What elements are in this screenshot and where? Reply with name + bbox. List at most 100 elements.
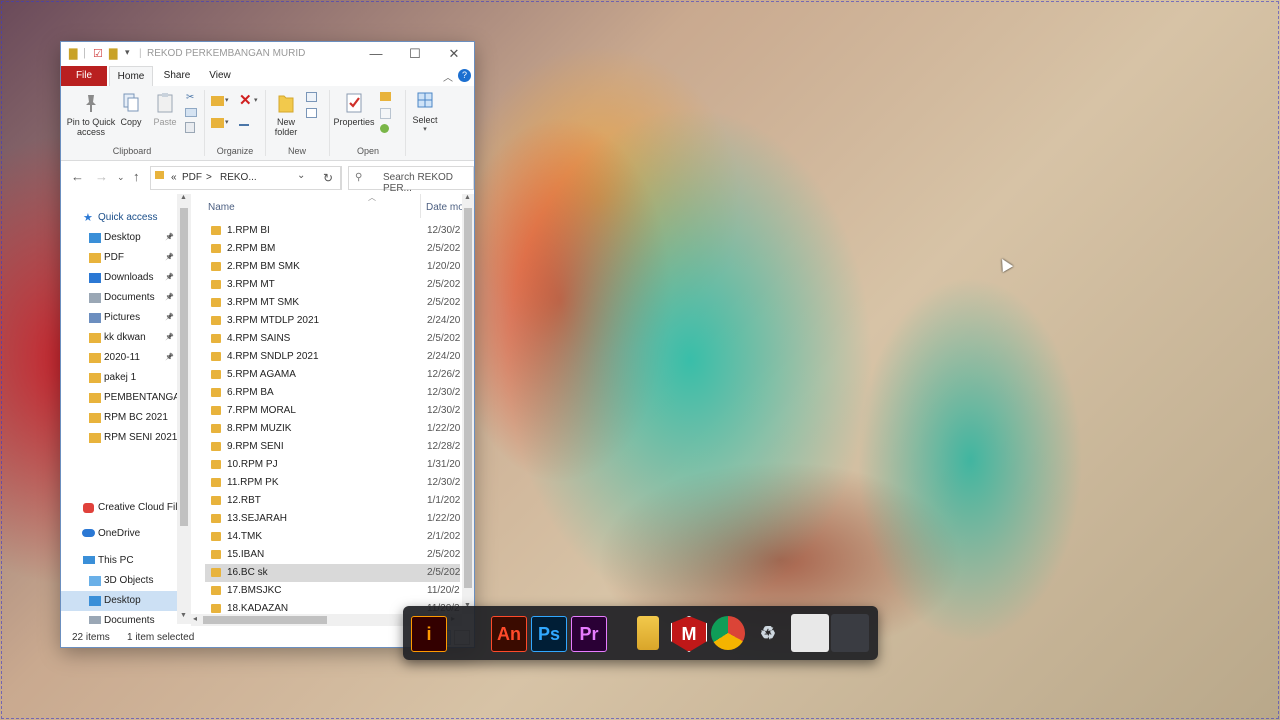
nav-quick-item[interactable]: pakej 1 bbox=[61, 368, 177, 388]
tab-file[interactable]: File bbox=[61, 66, 107, 86]
file-row[interactable]: 3.RPM MT SMK 2/5/202 bbox=[205, 294, 460, 312]
breadcrumb-current[interactable]: REKO... bbox=[220, 172, 257, 183]
address-dropdown-icon[interactable]: ⌄ bbox=[297, 170, 305, 181]
nav-pc-item[interactable]: 3D Objects bbox=[61, 571, 177, 591]
scrollbar-thumb[interactable] bbox=[203, 616, 327, 624]
nav-quick-item[interactable]: RPM BC 2021 bbox=[61, 408, 177, 428]
file-row[interactable]: 17.BMSJKC 11/20/2 bbox=[205, 582, 460, 600]
premiere-icon[interactable]: Pr bbox=[571, 616, 607, 652]
scrollbar-thumb[interactable] bbox=[180, 208, 188, 526]
search-input[interactable]: ⚲ Search REKOD PER... bbox=[348, 166, 474, 194]
tab-share[interactable]: Share bbox=[159, 66, 195, 86]
nav-quick-item[interactable]: Documents 📌 bbox=[61, 288, 177, 308]
maximize-button[interactable]: ☐ bbox=[397, 42, 433, 66]
window-thumb-icon[interactable] bbox=[831, 614, 869, 652]
mcafee-icon[interactable]: M bbox=[671, 616, 707, 652]
select-button[interactable]: Select ▾ bbox=[408, 90, 442, 135]
nav-quick-item[interactable]: RPM SENI 2021 bbox=[61, 428, 177, 448]
tab-view[interactable]: View bbox=[203, 66, 237, 86]
file-row[interactable]: 4.RPM SAINS 2/5/202 bbox=[205, 330, 460, 348]
properties-button[interactable]: Properties bbox=[333, 92, 375, 127]
window-thumb-icon[interactable] bbox=[791, 614, 829, 652]
cut-icon[interactable]: ✂ bbox=[186, 92, 198, 103]
nav-quick-item[interactable]: Desktop 📌 bbox=[61, 228, 177, 248]
copy-button[interactable]: Copy bbox=[118, 92, 144, 127]
file-row[interactable]: 1.RPM BI 12/30/2 bbox=[205, 222, 460, 240]
minimize-button[interactable]: — bbox=[358, 42, 394, 66]
chrome-icon[interactable] bbox=[711, 616, 745, 650]
recent-locations-icon[interactable]: ⌄ bbox=[117, 172, 125, 183]
copy-to-icon[interactable] bbox=[211, 118, 224, 128]
properties-quick-icon[interactable]: ☑ bbox=[93, 47, 103, 60]
file-row[interactable]: 9.RPM SENI 12/28/2 bbox=[205, 438, 460, 456]
file-row[interactable]: 12.RBT 1/1/202 bbox=[205, 492, 460, 510]
help-icon[interactable]: ? bbox=[458, 69, 471, 82]
file-row[interactable]: 8.RPM MUZIK 1/22/20 bbox=[205, 420, 460, 438]
customize-toolbar-icon[interactable]: ▾ bbox=[125, 47, 130, 58]
nav-item-label: 3D Objects bbox=[104, 575, 154, 586]
tab-home[interactable]: Home bbox=[109, 66, 153, 87]
nav-quick-item[interactable]: 2020-11 📌 bbox=[61, 348, 177, 368]
new-folder-button[interactable]: New folder bbox=[269, 92, 303, 137]
column-header-name[interactable]: Name bbox=[208, 197, 235, 219]
photoshop-icon[interactable]: Ps bbox=[531, 616, 567, 652]
nav-quick-item[interactable]: PDF 📌 bbox=[61, 248, 177, 268]
up-icon[interactable]: ↑ bbox=[133, 169, 140, 184]
nav-creative-cloud[interactable]: Creative Cloud File bbox=[61, 498, 177, 518]
nav-pc-item[interactable]: Desktop bbox=[61, 591, 177, 611]
file-row[interactable]: 2.RPM BM 2/5/202 bbox=[205, 240, 460, 258]
collapse-ribbon-icon[interactable]: ︿ bbox=[443, 69, 453, 84]
nav-quick-item[interactable]: PEMBENTANGAN bbox=[61, 388, 177, 408]
nav-quick-item[interactable]: Downloads 📌 bbox=[61, 268, 177, 288]
animate-icon[interactable]: An bbox=[491, 616, 527, 652]
close-button[interactable]: ✕ bbox=[436, 42, 472, 66]
breadcrumb-pdf[interactable]: PDF bbox=[182, 172, 202, 183]
new-folder-quick-icon[interactable]: ▇ bbox=[109, 47, 117, 60]
open-icon[interactable] bbox=[380, 92, 391, 101]
file-row[interactable]: 13.SEJARAH 1/22/20 bbox=[205, 510, 460, 528]
nav-quick-access[interactable]: ★ Quick access bbox=[61, 208, 177, 228]
file-row[interactable]: 2.RPM BM SMK 1/20/20 bbox=[205, 258, 460, 276]
file-row[interactable]: 5.RPM AGAMA 12/26/2 bbox=[205, 366, 460, 384]
file-list-scrollbar[interactable]: ▲ ▼ bbox=[462, 194, 474, 614]
pin-quick-access-button[interactable]: Pin to Quick access bbox=[65, 92, 117, 137]
nav-scrollbar[interactable]: ▲ ▼ bbox=[177, 194, 191, 624]
file-row[interactable]: 6.RPM BA 12/30/2 bbox=[205, 384, 460, 402]
file-name: 7.RPM MORAL bbox=[227, 405, 296, 416]
file-row[interactable]: 16.BC sk 2/5/202 bbox=[205, 564, 460, 582]
file-row[interactable]: 7.RPM MORAL 12/30/2 bbox=[205, 402, 460, 420]
edit-icon[interactable] bbox=[380, 108, 391, 119]
breadcrumb-overflow[interactable]: « bbox=[171, 172, 177, 183]
paste-button[interactable]: Paste bbox=[150, 92, 180, 127]
nav-quick-item[interactable]: Pictures 📌 bbox=[61, 308, 177, 328]
back-icon[interactable]: ← bbox=[71, 169, 84, 184]
file-row[interactable]: 3.RPM MT 2/5/202 bbox=[205, 276, 460, 294]
easy-access-icon[interactable] bbox=[306, 108, 317, 118]
delete-icon[interactable]: ✕ bbox=[239, 91, 252, 109]
illustrator-icon[interactable]: i bbox=[411, 616, 447, 652]
nav-onedrive[interactable]: OneDrive bbox=[61, 524, 177, 544]
file-row[interactable]: 10.RPM PJ 1/31/20 bbox=[205, 456, 460, 474]
recycle-bin-icon[interactable]: ♻ bbox=[751, 616, 785, 650]
nav-pc-item[interactable]: Documents bbox=[61, 611, 177, 624]
refresh-button[interactable]: ↻ bbox=[316, 166, 341, 190]
paste-shortcut-icon[interactable] bbox=[185, 122, 195, 133]
scrollbar-thumb[interactable] bbox=[464, 208, 472, 588]
title-bar[interactable]: ▇ | ☑ ▇ ▾ | REKOD PERKEMBANGAN MURID — ☐… bbox=[61, 42, 474, 66]
file-row[interactable]: 14.TMK 2/1/202 bbox=[205, 528, 460, 546]
copy-path-icon[interactable] bbox=[185, 108, 197, 117]
nav-this-pc[interactable]: This PC bbox=[61, 551, 177, 571]
forward-icon[interactable]: → bbox=[95, 169, 108, 184]
file-row[interactable]: 11.RPM PK 12/30/2 bbox=[205, 474, 460, 492]
folder-icon[interactable] bbox=[637, 616, 659, 650]
address-bar[interactable]: « PDF > REKO... ⌄ bbox=[150, 166, 342, 190]
column-header-date[interactable]: Date mo bbox=[426, 197, 462, 219]
move-to-icon[interactable] bbox=[211, 96, 224, 106]
rename-icon[interactable] bbox=[239, 118, 249, 126]
new-item-icon[interactable] bbox=[306, 92, 317, 102]
file-row[interactable]: 3.RPM MTDLP 2021 2/24/20 bbox=[205, 312, 460, 330]
history-icon[interactable] bbox=[380, 124, 389, 133]
file-row[interactable]: 15.IBAN 2/5/202 bbox=[205, 546, 460, 564]
nav-quick-item[interactable]: kk dkwan 📌 bbox=[61, 328, 177, 348]
file-row[interactable]: 4.RPM SNDLP 2021 2/24/20 bbox=[205, 348, 460, 366]
